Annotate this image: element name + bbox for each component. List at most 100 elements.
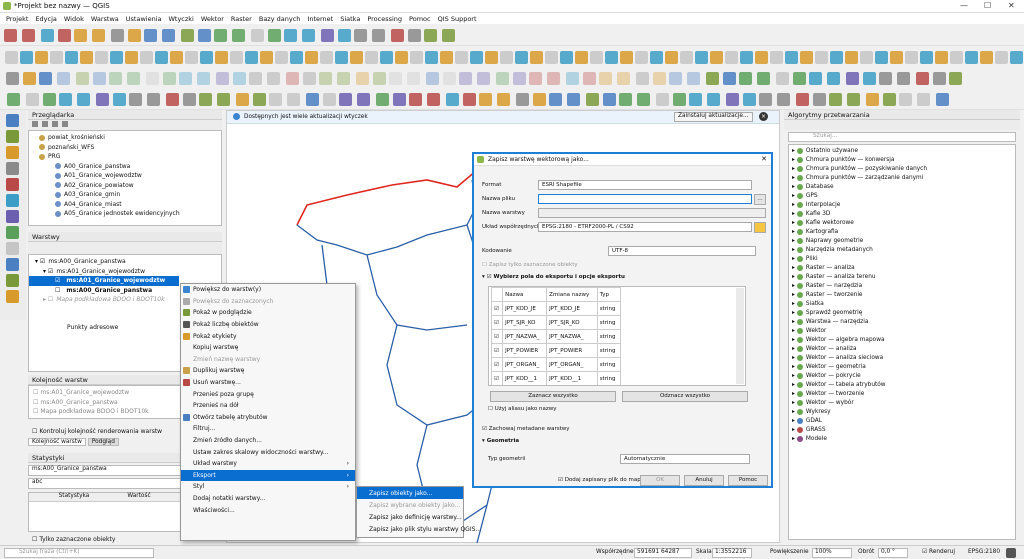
toolbar-icon[interactable] — [515, 51, 528, 64]
toolbar-icon[interactable] — [575, 51, 588, 64]
toolbar-icon[interactable] — [425, 51, 438, 64]
processing-item[interactable]: ▸ Wykresy — [789, 407, 1015, 416]
toolbar-icon[interactable] — [268, 29, 281, 42]
expand-icon[interactable]: ▸ — [792, 391, 795, 397]
context-menu-item[interactable]: Dodaj notatki warstwy... — [181, 493, 355, 505]
processing-item[interactable]: ▸ Wektor — algebra mapowa — [789, 335, 1015, 344]
locator-search[interactable]: Szukaj fraza (Ctrl+K) — [4, 548, 154, 558]
menu-item[interactable]: Wtyczki — [168, 15, 193, 23]
toolbar-icon[interactable] — [77, 93, 90, 106]
toolbar-icon[interactable] — [339, 93, 352, 106]
toolbar-icon[interactable] — [22, 29, 35, 42]
expand-icon[interactable]: ▸ — [792, 211, 795, 217]
context-menu-item[interactable]: Zmień nazwę warstwy — [181, 354, 355, 366]
export-menu-item[interactable]: Zapisz obiekty jako... — [357, 487, 463, 499]
toolbar-icon[interactable] — [757, 72, 770, 85]
toolbar-icon[interactable] — [687, 72, 700, 85]
processing-item[interactable]: ▸ Wektor — pokrycie — [789, 371, 1015, 380]
context-menu-item[interactable]: Styl › — [181, 481, 355, 493]
toolbar-icon[interactable] — [950, 51, 963, 64]
toolbar-icon[interactable] — [253, 93, 266, 106]
layer-tool-icon[interactable] — [6, 274, 19, 287]
expand-icon[interactable]: ▸ — [792, 382, 795, 388]
toolbar-icon[interactable] — [290, 51, 303, 64]
toolbar-icon[interactable] — [125, 51, 138, 64]
layer-tool-icon[interactable] — [6, 146, 19, 159]
add-icon[interactable] — [42, 121, 48, 127]
toolbar-icon[interactable] — [827, 72, 840, 85]
processing-item[interactable]: ▸ Wektor — [789, 326, 1015, 335]
processing-item[interactable]: ▸ Database — [789, 182, 1015, 191]
toolbar-icon[interactable] — [636, 72, 649, 85]
field-cell[interactable]: JPT_SJR_KO — [546, 315, 598, 330]
messages-icon[interactable] — [1006, 548, 1016, 558]
toolbar-icon[interactable] — [215, 51, 228, 64]
toolbar-icon[interactable] — [214, 29, 227, 42]
toolbar-icon[interactable] — [695, 51, 708, 64]
browser-item[interactable]: A01_Granice_wojewodztw — [29, 171, 221, 181]
toolbar-icon[interactable] — [477, 72, 490, 85]
close-notice-icon[interactable]: × — [759, 112, 768, 121]
toolbar-icon[interactable] — [321, 29, 334, 42]
toolbar-icon[interactable] — [617, 72, 630, 85]
toolbar-icon[interactable] — [236, 93, 249, 106]
metadata-checkbox[interactable]: ☑ Zachowaj metadane warstwy — [482, 426, 570, 432]
fields-column-header[interactable]: Zmiana nazwy — [546, 287, 598, 302]
toolbar-icon[interactable] — [5, 51, 18, 64]
context-menu-item[interactable]: Filtruj... — [181, 423, 355, 435]
toolbar-icon[interactable] — [776, 72, 789, 85]
toolbar-icon[interactable] — [41, 29, 54, 42]
toolbar-icon[interactable] — [249, 72, 262, 85]
layer-tool-icon[interactable] — [6, 258, 19, 271]
magnifier-field[interactable]: 100% — [812, 548, 852, 558]
toolbar-icon[interactable] — [43, 93, 56, 106]
toolbar-icon[interactable] — [740, 51, 753, 64]
expand-icon[interactable]: ▸ — [792, 436, 795, 442]
toolbar-icon[interactable] — [427, 93, 440, 106]
toolbar-icon[interactable] — [485, 51, 498, 64]
toolbar-icon[interactable] — [723, 72, 736, 85]
toolbar-icon[interactable] — [845, 51, 858, 64]
export-menu-item[interactable]: Zapisz jako plik stylu warstwy QGIS... — [357, 523, 481, 535]
expand-icon[interactable]: ▸ — [792, 148, 795, 154]
field-cell[interactable]: JPT_POWIER — [546, 343, 598, 358]
expand-icon[interactable]: ▸ — [792, 292, 795, 298]
toolbar-icon[interactable] — [917, 93, 930, 106]
toolbar-icon[interactable] — [470, 51, 483, 64]
toolbar-icon[interactable] — [500, 51, 513, 64]
toolbar-icon[interactable] — [269, 93, 282, 106]
toolbar-icon[interactable] — [284, 29, 297, 42]
processing-item[interactable]: ▸ Warstwa — narzędzia — [789, 317, 1015, 326]
toolbar-icon[interactable] — [216, 72, 229, 85]
expand-icon[interactable]: ▸ — [792, 373, 795, 379]
toolbar-icon[interactable] — [586, 93, 599, 106]
expand-icon[interactable]: ▸ — [792, 184, 795, 190]
processing-item[interactable]: ▸ Wektor — wybór — [789, 398, 1015, 407]
field-row[interactable]: ☑ JPT_KOD__1 JPT_KOD__1 string — [490, 371, 622, 385]
browser-item[interactable]: powiat_krośnieński — [29, 133, 221, 143]
toolbar-icon[interactable] — [200, 51, 213, 64]
toolbar-icon[interactable] — [829, 93, 842, 106]
toolbar-icon[interactable] — [391, 29, 404, 42]
processing-item[interactable]: ▸ GPS — [789, 191, 1015, 200]
toolbar-icon[interactable] — [303, 72, 316, 85]
geometry-section-header[interactable]: ▾ Geometria — [482, 438, 519, 444]
toolbar-icon[interactable] — [185, 51, 198, 64]
processing-item[interactable]: ▸ Kafle 3D — [789, 209, 1015, 218]
expand-icon[interactable]: ▸ — [792, 310, 795, 316]
expand-icon[interactable]: ▸ — [792, 193, 795, 199]
toolbar-icon[interactable] — [128, 29, 141, 42]
toolbar-icon[interactable] — [113, 93, 126, 106]
menu-item[interactable]: Warstwa — [91, 15, 119, 23]
toolbar-icon[interactable] — [665, 51, 678, 64]
toolbar-icon[interactable] — [1010, 51, 1023, 64]
toolbar-icon[interactable] — [373, 72, 386, 85]
context-menu-item[interactable]: Pokaż liczbę obiektów — [181, 319, 355, 331]
processing-item[interactable]: ▸ Wektor — tworzenie — [789, 389, 1015, 398]
toolbar-icon[interactable] — [980, 51, 993, 64]
toolbar-icon[interactable] — [916, 72, 929, 85]
toolbar-icon[interactable] — [144, 29, 157, 42]
context-menu-item[interactable]: Właściwości... — [181, 504, 355, 516]
toolbar-icon[interactable] — [199, 93, 212, 106]
toolbar-icon[interactable] — [620, 51, 633, 64]
